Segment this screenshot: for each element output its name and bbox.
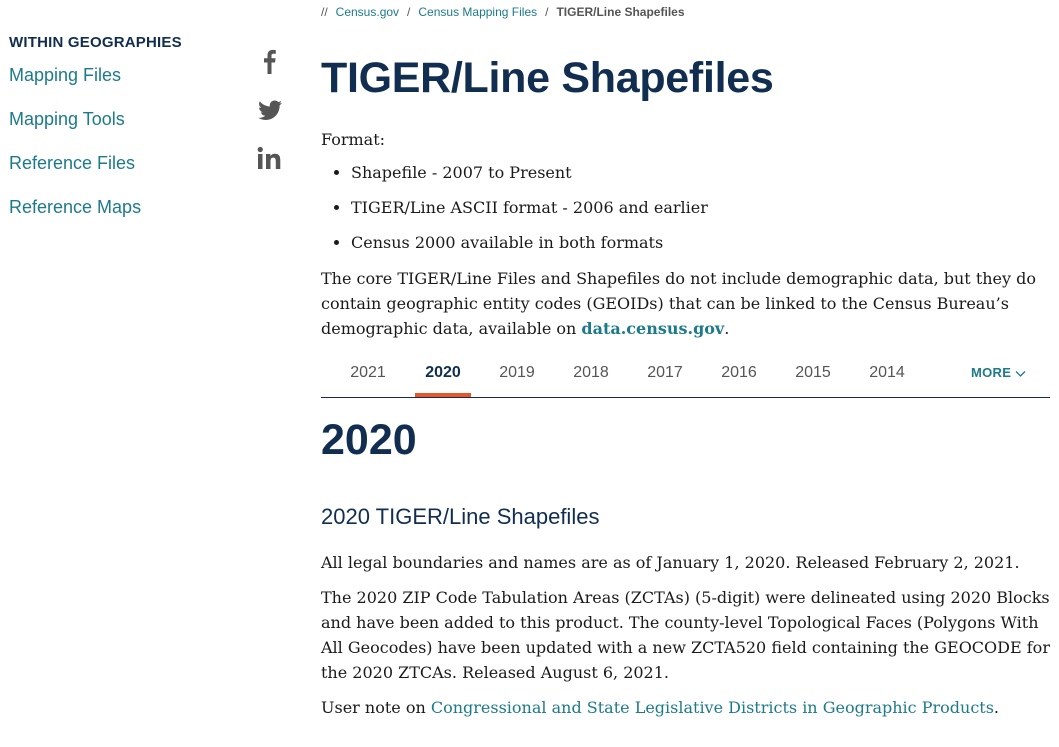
tab-2021[interactable]: 2021 xyxy=(340,361,396,397)
tab-2015[interactable]: 2015 xyxy=(785,361,841,397)
facebook-icon[interactable] xyxy=(255,46,285,76)
sidebar-nav: WITHIN GEOGRAPHIES Mapping Files Mapping… xyxy=(9,34,239,239)
list-item: Shapefile - 2007 to Present xyxy=(351,160,1051,185)
breadcrumb-separator: / xyxy=(407,5,411,19)
intro-end: . xyxy=(724,319,730,338)
congressional-districts-link[interactable]: Congressional and State Legislative Dist… xyxy=(431,698,994,717)
year-tabs: 2021 2020 2019 2018 2017 2016 2015 2014 … xyxy=(321,353,1050,398)
year-heading: 2020 xyxy=(321,416,417,464)
linkedin-icon[interactable] xyxy=(255,144,285,174)
format-list: Shapefile - 2007 to Present TIGER/Line A… xyxy=(321,160,1051,265)
sidebar-item-reference-maps[interactable]: Reference Maps xyxy=(9,195,239,219)
list-item: TIGER/Line ASCII format - 2006 and earli… xyxy=(351,195,1051,220)
chevron-down-icon xyxy=(1015,370,1026,377)
sidebar-item-mapping-files[interactable]: Mapping Files xyxy=(9,63,239,87)
release-paragraph: All legal boundaries and names are as of… xyxy=(321,553,1020,572)
zcta-paragraph: The 2020 ZIP Code Tabulation Areas (ZCTA… xyxy=(321,588,1050,682)
twitter-icon[interactable] xyxy=(255,95,285,125)
list-item: Census 2000 available in both formats xyxy=(351,230,1051,255)
tab-more-button[interactable]: MORE xyxy=(971,365,1026,380)
user-note-prefix: User note on xyxy=(321,698,431,717)
sidebar-heading: WITHIN GEOGRAPHIES xyxy=(9,34,182,51)
page-title: TIGER/Line Shapefiles xyxy=(321,54,774,102)
breadcrumb-census-gov[interactable]: Census.gov xyxy=(336,5,399,19)
breadcrumb: // Census.gov / Census Mapping Files / TIGER/… xyxy=(321,5,685,19)
sidebar-item-reference-files[interactable]: Reference Files xyxy=(9,151,239,175)
tab-2017[interactable]: 2017 xyxy=(637,361,693,397)
format-label: Format: xyxy=(321,130,386,149)
sidebar-item-mapping-tools[interactable]: Mapping Tools xyxy=(9,107,239,131)
user-note-paragraph: User note on Congressional and State Leg… xyxy=(321,695,1051,720)
tab-2018[interactable]: 2018 xyxy=(563,361,619,397)
breadcrumb-separator: / xyxy=(545,5,549,19)
tab-more-label: MORE xyxy=(971,365,1012,380)
data-census-gov-link[interactable]: data.census.gov xyxy=(581,319,724,338)
breadcrumb-lead: // xyxy=(321,5,328,19)
user-note-end: . xyxy=(993,698,1000,717)
breadcrumb-current: TIGER/Line Shapefiles xyxy=(556,5,685,19)
tab-2014[interactable]: 2014 xyxy=(859,361,915,397)
breadcrumb-census-mapping-files[interactable]: Census Mapping Files xyxy=(418,5,537,19)
intro-paragraph: The core TIGER/Line Files and Shapefiles… xyxy=(321,266,1051,341)
section-heading: 2020 TIGER/Line Shapefiles xyxy=(321,504,600,529)
tab-2020[interactable]: 2020 xyxy=(415,361,471,397)
tab-2016[interactable]: 2016 xyxy=(711,361,767,397)
social-share xyxy=(255,46,285,193)
tab-2019[interactable]: 2019 xyxy=(489,361,545,397)
